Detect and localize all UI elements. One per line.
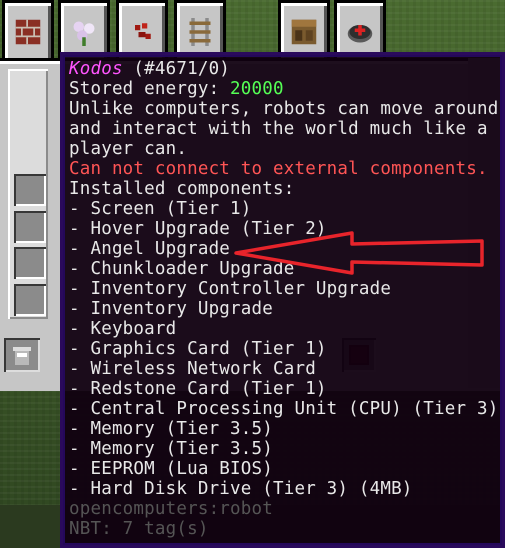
description-line: Unlike computers, robots can move around (69, 99, 499, 119)
component-item: - Graphics Card (Tier 1) (69, 339, 327, 359)
description-line: player can. (69, 139, 188, 159)
tab-opencomputers[interactable] (334, 0, 386, 60)
component-item: - Memory (Tier 3.5) (69, 439, 273, 459)
component-item: - Hard Disk Drive (Tier 3) (4MB) (69, 479, 413, 499)
item-name: Kodos (69, 59, 123, 79)
component-item: - Wireless Network Card (69, 359, 316, 379)
red-block-icon (15, 19, 41, 44)
flower-icon (73, 21, 95, 46)
bucket-icon (13, 347, 31, 365)
component-item: - Screen (Tier 1) (69, 199, 252, 219)
warning-text: Can not connect to external components. (69, 159, 488, 179)
registry-name: opencomputers:robot (69, 499, 273, 519)
robot-device-icon (347, 24, 373, 42)
redstone-icon (135, 22, 151, 39)
component-item: - Inventory Upgrade (69, 299, 273, 319)
stored-energy-row: Stored energy: 20000 (69, 79, 502, 99)
nbt-info: NBT: 7 tag(s) (69, 519, 209, 539)
component-item: - Keyboard (69, 319, 177, 339)
component-item: - Memory (Tier 3.5) (69, 419, 273, 439)
rail-icon (189, 17, 211, 46)
energy-value: 20000 (230, 79, 284, 99)
inventory-column (8, 69, 48, 319)
tab-decorations[interactable] (58, 0, 110, 60)
inventory-slot[interactable] (14, 174, 46, 206)
annotation-arrow-icon (234, 231, 484, 275)
component-item: - Inventory Controller Upgrade (69, 279, 392, 299)
tab-redstone[interactable] (116, 0, 168, 60)
tab-survival-inventory[interactable] (4, 338, 40, 372)
components-header: Installed components: (69, 179, 295, 199)
inventory-slot[interactable] (14, 247, 46, 279)
component-item: - Redstone Card (Tier 1) (69, 379, 327, 399)
inventory-slot[interactable] (14, 284, 46, 316)
tab-transportation[interactable] (174, 0, 226, 60)
energy-label: Stored energy: (69, 79, 231, 99)
tab-building-blocks[interactable] (2, 0, 54, 60)
tooltip-title: Kodos (#4671/0) (69, 59, 502, 79)
tab-misc[interactable] (278, 0, 330, 60)
component-item: - EEPROM (Lua BIOS) (69, 459, 273, 479)
item-tooltip: Kodos (#4671/0) Stored energy: 20000 Unl… (60, 52, 505, 548)
inventory-slot[interactable] (14, 211, 46, 243)
description-line: and interact with the world much like a (69, 119, 488, 139)
component-item: - Central Processing Unit (CPU) (Tier 3) (69, 399, 499, 419)
item-id: (#4671/0) (122, 59, 231, 79)
crafting-table-icon (291, 19, 317, 44)
